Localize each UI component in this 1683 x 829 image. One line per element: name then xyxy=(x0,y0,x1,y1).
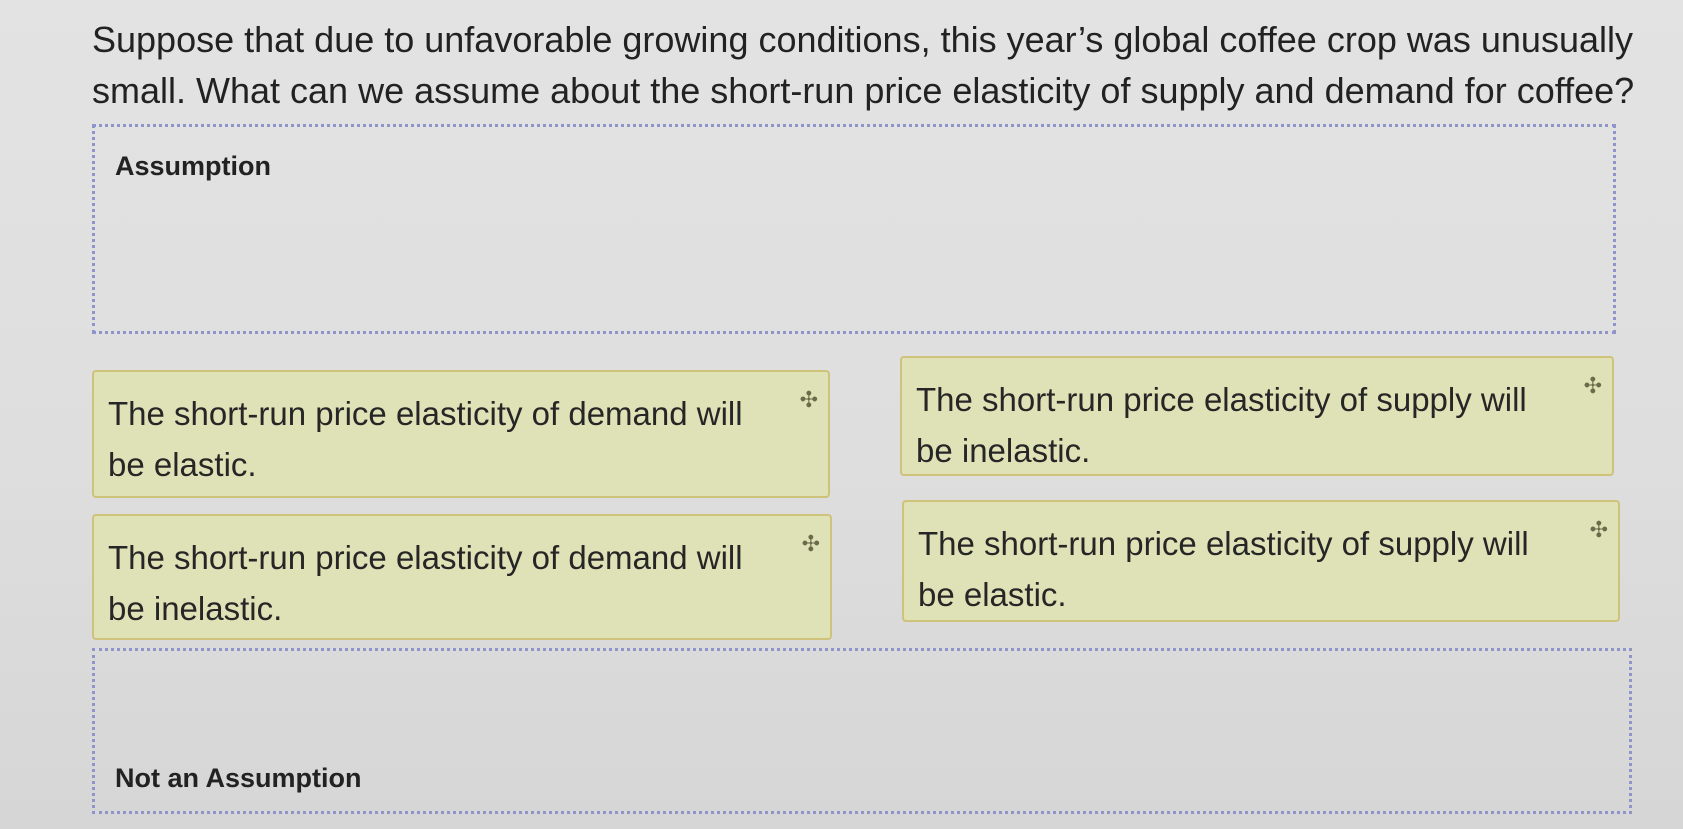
answer-card-demand-elastic[interactable]: The short-run price elasticity of demand… xyxy=(92,370,830,498)
card-text: The short-run price elasticity of demand… xyxy=(108,395,743,483)
move-icon[interactable]: ✣ xyxy=(1584,360,1602,411)
move-icon[interactable]: ✣ xyxy=(802,518,820,569)
answer-card-supply-elastic[interactable]: The short-run price elasticity of supply… xyxy=(902,500,1620,622)
not-assumption-dropzone[interactable]: Not an Assumption xyxy=(92,648,1632,814)
card-text: The short-run price elasticity of demand… xyxy=(108,539,743,627)
move-icon[interactable]: ✣ xyxy=(800,374,818,425)
not-assumption-label: Not an Assumption xyxy=(115,763,362,793)
card-text: The short-run price elasticity of supply… xyxy=(918,525,1529,613)
answer-card-supply-inelastic[interactable]: The short-run price elasticity of supply… xyxy=(900,356,1614,476)
assumption-label: Assumption xyxy=(115,151,272,181)
card-text: The short-run price elasticity of supply… xyxy=(916,381,1527,469)
answer-card-demand-inelastic[interactable]: The short-run price elasticity of demand… xyxy=(92,514,832,640)
assumption-dropzone[interactable]: Assumption xyxy=(92,124,1616,334)
question-text: Suppose that due to unfavorable growing … xyxy=(92,19,1635,111)
move-icon[interactable]: ✣ xyxy=(1590,504,1608,555)
